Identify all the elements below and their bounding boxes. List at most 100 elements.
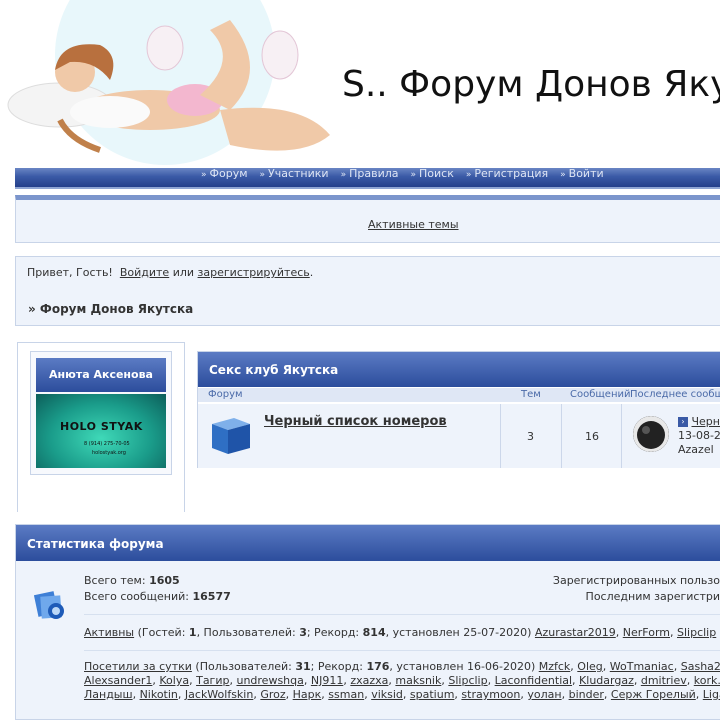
nav-item-members[interactable]: » Участники [260, 168, 329, 181]
forum-statistics: Статистика форума Всего тем: 1605 Всего … [15, 524, 720, 720]
user-link[interactable]: straymoon [461, 688, 520, 701]
user-link[interactable]: spatium [410, 688, 455, 701]
last-post-author[interactable]: Azazel [678, 443, 714, 456]
user-link[interactable]: WoTmaniac [610, 660, 674, 673]
login-link[interactable]: Войдите [120, 266, 169, 279]
column-posts: Сообщений [570, 389, 631, 400]
day-visitors-link[interactable]: Посетили за сутки [84, 660, 192, 673]
active-topics-link[interactable]: Активные темы [368, 218, 459, 231]
main-navigation: » Форум » Участники » Правила » Поиск » Регис… [15, 168, 720, 189]
user-link[interactable]: Тагир [196, 674, 229, 687]
user-link[interactable]: JackWolfskin [185, 688, 253, 701]
nav-item-login[interactable]: » Войти [560, 168, 604, 181]
user-link[interactable]: kork. [694, 674, 720, 687]
double-chevron-icon: » [259, 170, 266, 180]
welcome-message: Привет, Гость! Войдите или зарегистрируй… [27, 266, 314, 279]
forum-link-blacklist[interactable]: Черный список номеров [264, 414, 447, 429]
stat-last-registered: Последним зарегистри [585, 590, 720, 603]
user-link[interactable]: Kolya [159, 674, 189, 687]
stat-registered-users: Зарегистрированных пользо [552, 574, 720, 587]
nav-item-forum[interactable]: » Форум [201, 168, 248, 181]
user-link[interactable]: уолан [527, 688, 561, 701]
last-post-info: › Черн 13-08-2 Azazel [678, 415, 720, 457]
user-link[interactable]: undrewshqa [236, 674, 303, 687]
double-chevron-icon: » [340, 170, 347, 180]
breadcrumb[interactable]: » Форум Донов Якутска [28, 302, 193, 316]
user-link[interactable]: Mzfck [539, 660, 571, 673]
forum-table-header: Форум Тем Сообщений Последнее сообщ [198, 388, 720, 402]
header-artwork [7, 0, 330, 165]
active-topics-panel: Активные темы [15, 195, 720, 243]
stats-icon [34, 591, 64, 619]
banner-phone: 8 (914) 275-70-05 [84, 441, 130, 447]
forum-post-count: 16 [585, 430, 599, 443]
user-link[interactable]: Kludargaz [579, 674, 634, 687]
category-title[interactable]: Секс клуб Якутска [198, 352, 720, 387]
welcome-panel: Привет, Гость! Войдите или зарегистрируй… [15, 256, 720, 326]
user-link[interactable]: ssman [328, 688, 364, 701]
user-link[interactable]: Liga [703, 688, 720, 701]
day-users-list: Ландыш, Nikotin, JackWolfskin, Groz, Нар… [84, 688, 720, 701]
double-chevron-icon: » [465, 170, 472, 180]
user-link[interactable]: binder [569, 688, 604, 701]
forum-category: Секс клуб Якутска Форум Тем Сообщений По… [197, 351, 720, 468]
divider [84, 650, 720, 651]
nav-item-rules[interactable]: » Правила [341, 168, 399, 181]
sidebar: Анюта Аксенова HOLO STYAK 8 (914) 275-70… [17, 342, 185, 512]
user-link[interactable]: Alexsander1 [84, 674, 152, 687]
stat-active-now: Активны (Гостей: 1, Пользователей: 3; Ре… [84, 626, 717, 639]
column-forum: Форум [208, 389, 243, 400]
user-link[interactable]: zxazxa [350, 674, 388, 687]
sidebar-ad-title: Анюта Аксенова [36, 358, 166, 392]
divider [621, 404, 622, 468]
day-users-list: Alexsander1, Kolya, Тагир, undrewshqa, N… [84, 674, 720, 687]
stat-total-posts: Всего сообщений: 16577 [84, 590, 231, 603]
double-chevron-icon: » [201, 170, 207, 180]
divider [84, 614, 720, 615]
site-title: S.. Форум Донов Якутска [342, 64, 720, 105]
user-link[interactable]: NJ911 [311, 674, 343, 687]
nav-item-register[interactable]: » Регистрация [466, 168, 548, 181]
user-link[interactable]: Slipclip [677, 626, 716, 639]
user-link[interactable]: Нарк [293, 688, 322, 701]
last-post-avatar[interactable] [633, 416, 669, 452]
last-post-link[interactable]: Черн [692, 415, 720, 428]
banner-site: holostyak.org [92, 450, 126, 456]
divider [561, 404, 562, 468]
user-link[interactable]: Серж Горелый [611, 688, 696, 701]
user-link[interactable]: NerForm [623, 626, 670, 639]
active-users-list: Azurastar2019, NerForm, Slipclip [534, 626, 717, 639]
active-users-link[interactable]: Активны [84, 626, 134, 639]
nav-item-search[interactable]: » Поиск [411, 168, 454, 181]
user-link[interactable]: Laconfidential [495, 674, 572, 687]
divider [500, 404, 501, 468]
user-link[interactable]: Slipclip [448, 674, 487, 687]
last-post-date: 13-08-2 [678, 429, 720, 442]
user-link[interactable]: Oleg [577, 660, 602, 673]
user-link[interactable]: Nikotin [140, 688, 178, 701]
column-last-post: Последнее сообщ [630, 389, 720, 400]
site-header: S.. Форум Донов Якутска [0, 0, 720, 168]
user-link[interactable]: maksnik [395, 674, 441, 687]
stat-total-topics: Всего тем: 1605 [84, 574, 180, 587]
go-to-post-icon[interactable]: › [678, 417, 688, 427]
user-link[interactable]: viksid [371, 688, 403, 701]
user-link[interactable]: dmitriev [641, 674, 687, 687]
day-users-list: Mzfck, Oleg, WoTmaniac, Sasha2 [538, 660, 720, 673]
forum-topic-count: 3 [527, 430, 534, 443]
banner-logo: HOLO STYAK [60, 420, 143, 433]
avatar-image [633, 416, 669, 452]
user-link[interactable]: Azurastar2019 [535, 626, 616, 639]
user-link[interactable]: Groz [260, 688, 285, 701]
stat-day-visitors: Посетили за сутки (Пользователей: 31; Ре… [84, 660, 720, 673]
user-link[interactable]: Sasha2 [681, 660, 720, 673]
register-link[interactable]: зарегистрируйтесь [198, 266, 310, 279]
user-link[interactable]: Ландыш [84, 688, 133, 701]
double-chevron-icon: » [560, 170, 566, 180]
stats-title: Статистика форума [16, 525, 720, 561]
sidebar-ad-box: Анюта Аксенова HOLO STYAK 8 (914) 275-70… [30, 351, 172, 475]
double-chevron-icon: » [410, 170, 417, 180]
column-topics: Тем [521, 389, 541, 400]
forum-folder-icon [212, 418, 250, 454]
sidebar-ad-banner[interactable]: HOLO STYAK 8 (914) 275-70-05 holostyak.o… [36, 394, 166, 468]
